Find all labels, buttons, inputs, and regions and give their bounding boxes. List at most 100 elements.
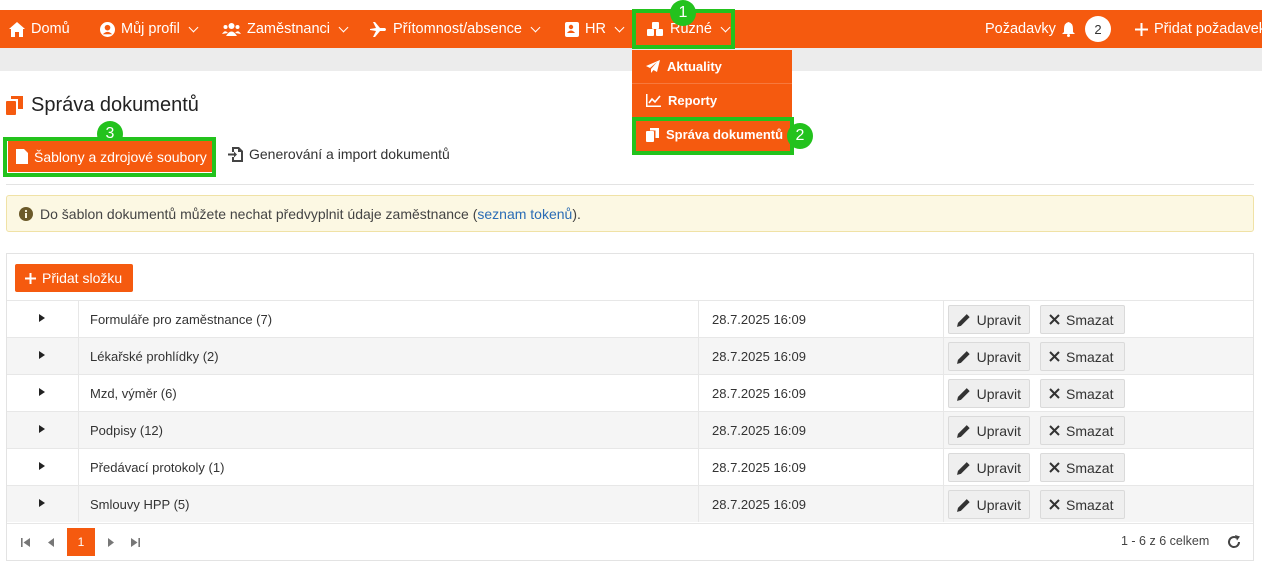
pencil-icon (957, 350, 970, 364)
edit-button[interactable]: Upravit (948, 416, 1030, 445)
folder-name: Lékařské prohlídky (2) (90, 349, 219, 364)
tab-templates-label: Šablony a zdrojové soubory (34, 148, 207, 165)
folder-name: Podpisy (12) (90, 423, 163, 438)
annotation-box-2 (632, 117, 794, 155)
menu-item-news[interactable]: Aktuality (632, 50, 792, 84)
file-import-icon (228, 146, 243, 162)
expand-arrow-icon[interactable] (39, 462, 45, 470)
table-row: Lékařské prohlídky (2) 28.7.2025 16:09 U… (7, 337, 1253, 374)
plus-icon (1135, 22, 1148, 36)
last-page-icon[interactable] (129, 524, 141, 561)
table-row: Podpisy (12) 28.7.2025 16:09 Upravit Sma… (7, 411, 1253, 448)
plus-icon (25, 272, 36, 284)
next-page-icon[interactable] (105, 524, 117, 561)
plane-icon (370, 21, 386, 37)
folder-date: 28.7.2025 16:09 (712, 460, 806, 475)
delete-button[interactable]: Smazat (1040, 305, 1125, 334)
edit-button[interactable]: Upravit (948, 305, 1030, 334)
home-icon (9, 21, 25, 37)
secondary-bar (0, 48, 1262, 71)
delete-button[interactable]: Smazat (1040, 342, 1125, 371)
chevron-down-icon (530, 22, 541, 32)
folder-date: 28.7.2025 16:09 (712, 423, 806, 438)
expand-arrow-icon[interactable] (39, 425, 45, 433)
close-icon (1049, 314, 1060, 325)
pager-summary: 1 - 6 z 6 celkem (1121, 534, 1210, 548)
requests-count-badge: 2 (1084, 16, 1111, 42)
folder-name: Mzd, výměr (6) (90, 386, 177, 401)
table-row: Předávací protokoly (1) 28.7.2025 16:09 … (7, 448, 1253, 485)
pencil-icon (957, 313, 970, 327)
nav-profile-label: Můj profil (121, 21, 180, 37)
expand-arrow-icon[interactable] (39, 388, 45, 396)
chevron-down-icon (338, 22, 349, 32)
close-icon (1049, 499, 1060, 510)
bell-icon (1061, 21, 1075, 37)
info-alert: Do šablon dokumentů můžete nechat předvy… (6, 195, 1254, 232)
nav-employees[interactable]: Zaměstnanci (222, 10, 349, 48)
delete-button[interactable]: Smazat (1040, 379, 1125, 408)
top-navigation: Domů Můj profil Zaměstnanci Přítomnost/a… (0, 10, 1262, 48)
close-icon (1049, 351, 1060, 362)
menu-item-reports[interactable]: Reporty (632, 84, 792, 118)
page-title-text: Správa dokumentů (31, 94, 199, 116)
folder-date: 28.7.2025 16:09 (712, 312, 806, 327)
menu-item-news-label: Aktuality (667, 59, 722, 74)
expand-arrow-icon[interactable] (39, 499, 45, 507)
user-circle-icon (100, 21, 115, 37)
annotation-number-2: 2 (787, 123, 813, 149)
delete-button[interactable]: Smazat (1040, 453, 1125, 482)
nav-home-label: Domů (31, 21, 70, 37)
file-icon (16, 149, 28, 164)
folder-name: Smlouvy HPP (5) (90, 497, 190, 512)
edit-button[interactable]: Upravit (948, 453, 1030, 482)
paper-plane-icon (646, 60, 660, 73)
line-chart-icon (646, 94, 661, 107)
nav-hr[interactable]: HR (565, 10, 625, 48)
folder-name: Formuláře pro zaměstnance (7) (90, 312, 273, 327)
add-folder-label: Přidat složku (42, 270, 123, 286)
expand-arrow-icon[interactable] (39, 314, 45, 322)
previous-page-icon[interactable] (45, 524, 57, 561)
nav-profile[interactable]: Můj profil (100, 10, 199, 48)
edit-button[interactable]: Upravit (948, 379, 1030, 408)
first-page-icon[interactable] (19, 524, 31, 561)
page-title: Správa dokumentů (6, 94, 199, 117)
delete-button[interactable]: Smazat (1040, 416, 1125, 445)
pagination: 1 1 - 6 z 6 celkem (7, 523, 1253, 560)
nav-add-request-label: Přidat požadavek (1154, 21, 1262, 37)
info-icon (19, 206, 33, 221)
chevron-down-icon (614, 22, 625, 32)
tab-generate-import-label: Generování a import dokumentů (249, 146, 450, 162)
token-list-link[interactable]: seznam tokenů (477, 206, 572, 222)
close-icon (1049, 388, 1060, 399)
folder-date: 28.7.2025 16:09 (712, 497, 806, 512)
edit-button[interactable]: Upravit (948, 342, 1030, 371)
close-icon (1049, 425, 1060, 436)
refresh-icon[interactable] (1226, 534, 1242, 550)
tab-generate-import[interactable]: Generování a import dokumentů (228, 146, 450, 162)
nav-home[interactable]: Domů (9, 10, 70, 48)
edit-button[interactable]: Upravit (948, 490, 1030, 519)
copy-icon (6, 96, 23, 115)
info-alert-text: Do šablon dokumentů můžete nechat předvy… (40, 205, 581, 222)
expand-arrow-icon[interactable] (39, 351, 45, 359)
nav-requests-label: Požadavky (985, 21, 1056, 37)
close-icon (1049, 462, 1060, 473)
nav-requests[interactable]: Požadavky 2 (985, 10, 1111, 48)
nav-add-request[interactable]: Přidat požadavek (1135, 10, 1262, 48)
folder-name: Předávací protokoly (1) (90, 460, 225, 475)
table-row: Mzd, výměr (6) 28.7.2025 16:09 Upravit S… (7, 374, 1253, 411)
folder-date: 28.7.2025 16:09 (712, 386, 806, 401)
nav-hr-label: HR (585, 21, 606, 37)
delete-button[interactable]: Smazat (1040, 490, 1125, 519)
folders-panel: Přidat složku Formuláře pro zaměstnance … (6, 253, 1254, 561)
add-folder-button[interactable]: Přidat složku (15, 264, 133, 292)
tab-templates[interactable]: Šablony a zdrojové soubory (8, 141, 212, 172)
pencil-icon (957, 387, 970, 401)
table-row: Smlouvy HPP (5) 28.7.2025 16:09 Upravit … (7, 485, 1253, 522)
menu-item-reports-label: Reporty (668, 93, 718, 108)
current-page-button[interactable]: 1 (67, 528, 95, 556)
id-card-icon (565, 21, 579, 37)
nav-attendance[interactable]: Přítomnost/absence (370, 10, 541, 48)
